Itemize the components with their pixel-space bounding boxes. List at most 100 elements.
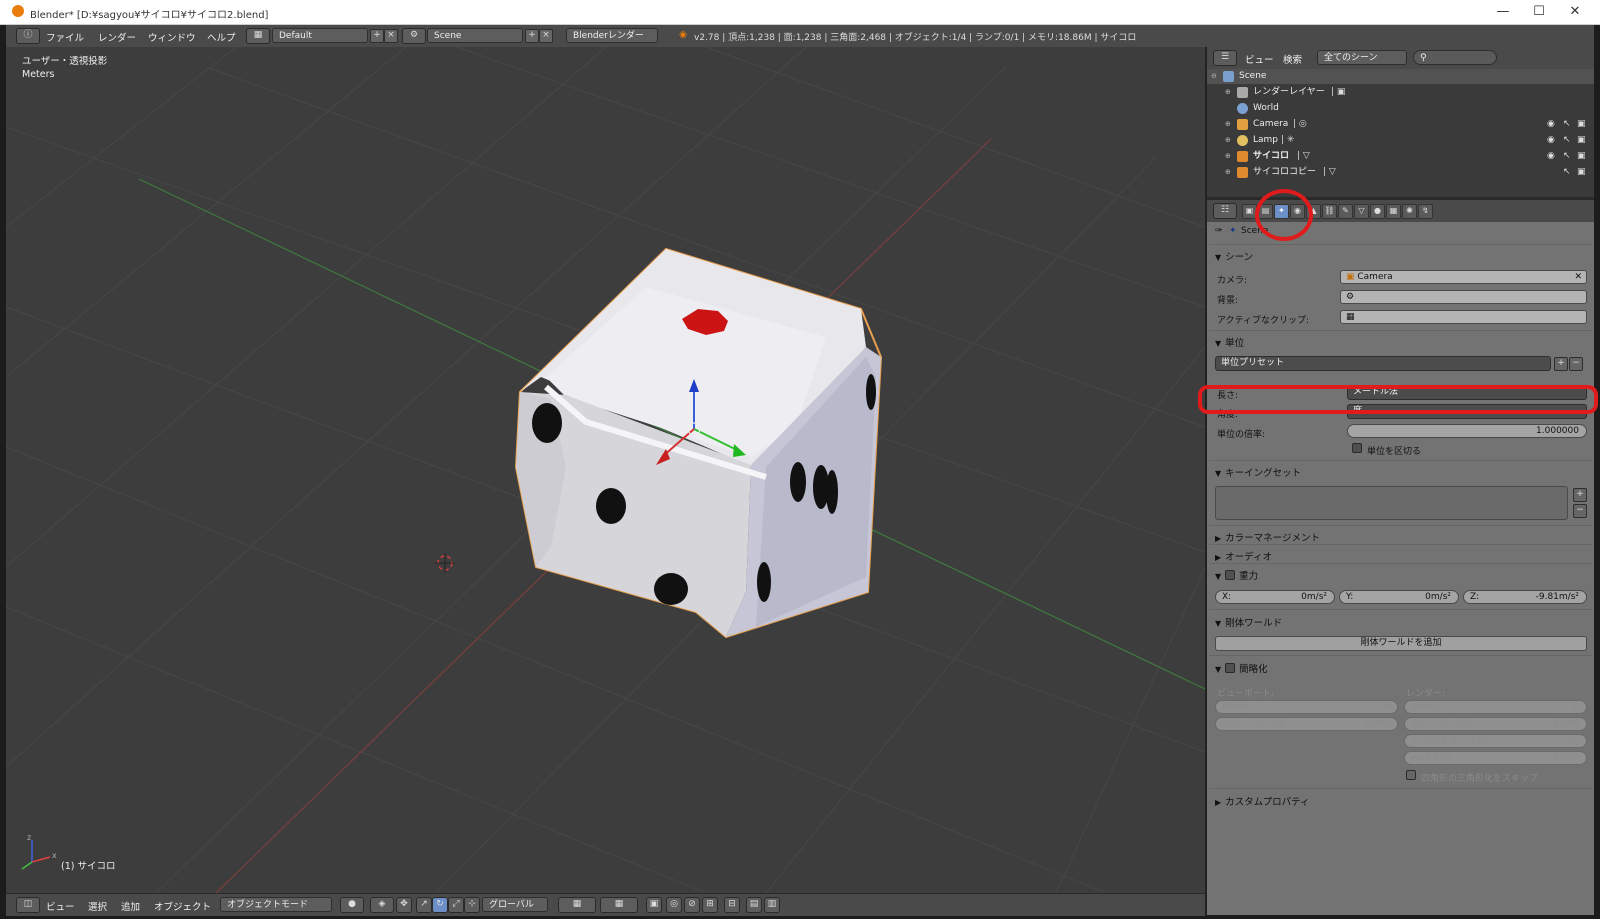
die-object[interactable] bbox=[514, 247, 883, 639]
section-scene[interactable]: ▼ シーン bbox=[1215, 249, 1253, 263]
outliner-item-dice[interactable]: ⊕ サイコロ | ▽ ◉ ↖ ▣ bbox=[1207, 149, 1594, 164]
gravity-z-field[interactable]: Z: -9.81m/s² bbox=[1463, 590, 1587, 604]
proportional-edit-icon[interactable]: ◎ bbox=[666, 897, 682, 913]
menu-help[interactable]: ヘルプ bbox=[207, 30, 236, 44]
viewport-subdivision-field[interactable]: 細分化: 6 bbox=[1215, 700, 1398, 714]
constraints-tab-icon[interactable]: ⛓ bbox=[1322, 204, 1337, 219]
skip-quad-checkbox[interactable] bbox=[1406, 770, 1416, 780]
gravity-checkbox[interactable] bbox=[1225, 570, 1236, 580]
render-child-particles-field[interactable]: 子パーティクル: 1.000 bbox=[1404, 717, 1587, 731]
visibility-eye-icon[interactable]: ◉ bbox=[1547, 133, 1555, 148]
opengl-render-icon[interactable]: ▥ bbox=[764, 897, 780, 913]
outliner-menu-search[interactable]: 検索 bbox=[1283, 52, 1302, 66]
outliner-search-input[interactable]: ⚲ bbox=[1413, 50, 1497, 65]
manipulator-icon[interactable]: ✥ bbox=[396, 897, 412, 913]
scene-camera-field[interactable]: ▣ Camera ✕ bbox=[1340, 270, 1587, 284]
outliner-item-render-layers[interactable]: ⊕ レンダーレイヤー | ▣ bbox=[1207, 85, 1594, 100]
properties-editor-icon[interactable]: ☷ bbox=[1213, 203, 1237, 219]
snap-icon[interactable]: ⊘ bbox=[684, 897, 700, 913]
menu-file[interactable]: ファイル bbox=[46, 30, 84, 44]
render-camera-icon[interactable]: ▣ bbox=[1577, 165, 1586, 180]
particles-tab-icon[interactable]: ✺ bbox=[1402, 204, 1417, 219]
lock-layers-icon[interactable]: ▣ bbox=[646, 897, 662, 913]
keying-set-add-button[interactable]: + bbox=[1573, 488, 1587, 502]
section-color-management[interactable]: ▶ カラーマネージメント bbox=[1215, 530, 1320, 544]
outliner-display-filter[interactable]: 全てのシーン bbox=[1317, 50, 1407, 65]
texture-tab-icon[interactable]: ▦ bbox=[1386, 204, 1401, 219]
layout-select[interactable]: Default bbox=[272, 28, 368, 43]
scene-add-button[interactable]: + bbox=[525, 29, 539, 43]
section-keying-sets[interactable]: ▼ キーイングセット bbox=[1215, 465, 1301, 479]
render-subdivision-field[interactable]: 細分化: 6 bbox=[1404, 700, 1587, 714]
select-arrow-icon[interactable]: ↖ bbox=[1563, 133, 1571, 148]
keying-sets-list[interactable] bbox=[1215, 486, 1568, 520]
render-camera-icon[interactable]: ▣ bbox=[1577, 117, 1586, 132]
pivot-icon[interactable]: ◈ bbox=[370, 897, 394, 913]
3d-cursor-icon[interactable] bbox=[435, 553, 455, 573]
layer-buttons-a[interactable]: ▦ bbox=[558, 897, 596, 913]
modifiers-tab-icon[interactable]: ✎ bbox=[1338, 204, 1353, 219]
background-set-field[interactable]: ⚙ bbox=[1340, 290, 1587, 304]
unit-preset-add-button[interactable]: + bbox=[1554, 357, 1568, 371]
section-gravity[interactable]: ▼ 重力 bbox=[1215, 568, 1258, 582]
render-camera-icon[interactable]: ▣ bbox=[1577, 133, 1586, 148]
section-rigid-body-world[interactable]: ▼ 剛体ワールド bbox=[1215, 615, 1282, 629]
unit-preset-select[interactable]: 単位プリセット bbox=[1215, 356, 1551, 371]
unit-scale-field[interactable]: 1.000000 bbox=[1347, 424, 1587, 438]
render-engine-select[interactable]: Blenderレンダー bbox=[566, 28, 658, 43]
outliner-item-scene[interactable]: ⊖ Scene bbox=[1207, 69, 1594, 84]
section-audio[interactable]: ▶ オーディオ bbox=[1215, 549, 1272, 563]
orientation-select[interactable]: グローバル bbox=[482, 897, 548, 912]
layout-remove-button[interactable]: × bbox=[384, 29, 398, 43]
snap-target-icon[interactable]: ⊞ bbox=[702, 897, 718, 913]
scene-remove-button[interactable]: × bbox=[539, 29, 553, 43]
physics-tab-icon[interactable]: ↯ bbox=[1418, 204, 1433, 219]
visibility-eye-icon[interactable]: ◉ bbox=[1547, 117, 1555, 132]
outliner-item-dice-copy[interactable]: ⊕ サイコロコピー | ▽ ↖ ▣ bbox=[1207, 165, 1594, 180]
material-tab-icon[interactable]: ● bbox=[1370, 204, 1385, 219]
menu-object[interactable]: オブジェクト bbox=[154, 899, 211, 913]
editor-type-icon[interactable]: ⓘ bbox=[16, 28, 40, 44]
data-tab-icon[interactable]: ▽ bbox=[1354, 204, 1369, 219]
viewport-scene[interactable] bbox=[6, 47, 1205, 893]
layout-add-button[interactable]: + bbox=[370, 29, 384, 43]
render-ao-sss-field[interactable]: AOとSSS: 1.000 bbox=[1404, 751, 1587, 765]
shading-icon[interactable]: ● bbox=[340, 897, 364, 913]
section-units[interactable]: ▼ 単位 bbox=[1215, 335, 1244, 349]
outliner-editor-icon[interactable]: ☰ bbox=[1213, 50, 1237, 66]
close-button[interactable]: ✕ bbox=[1560, 2, 1590, 22]
maximize-button[interactable]: ☐ bbox=[1524, 2, 1554, 22]
translate-icon[interactable]: ↗ bbox=[416, 897, 432, 913]
snap-element-icon[interactable]: ⊟ bbox=[724, 897, 740, 913]
add-rigid-body-world-button[interactable]: 剛体ワールドを追加 bbox=[1215, 636, 1587, 651]
render-preview-icon[interactable]: ▤ bbox=[746, 897, 762, 913]
keying-set-remove-button[interactable]: − bbox=[1573, 504, 1587, 518]
scale-icon[interactable]: ⤢ bbox=[448, 897, 464, 913]
mode-select[interactable]: オブジェクトモード bbox=[220, 897, 332, 912]
menu-select[interactable]: 選択 bbox=[88, 899, 107, 913]
menu-add[interactable]: 追加 bbox=[121, 899, 140, 913]
minimize-button[interactable]: — bbox=[1488, 2, 1518, 22]
rotate-icon[interactable]: ↻ bbox=[432, 897, 448, 913]
outliner-item-camera[interactable]: ⊕ Camera | ◎ ◉ ↖ ▣ bbox=[1207, 117, 1594, 132]
section-simplify[interactable]: ▼ 簡略化 bbox=[1215, 661, 1268, 675]
pin-icon[interactable]: ✑ bbox=[1215, 226, 1223, 236]
transform-pivot-icon[interactable]: ⊹ bbox=[464, 897, 480, 913]
scene-select[interactable]: Scene bbox=[427, 28, 523, 43]
select-arrow-icon[interactable]: ↖ bbox=[1563, 117, 1571, 132]
separate-units-checkbox[interactable] bbox=[1352, 443, 1362, 453]
menu-render[interactable]: レンダー bbox=[98, 30, 136, 44]
outliner-menu-view[interactable]: ビュー bbox=[1245, 52, 1274, 66]
layer-buttons-b[interactable]: ▦ bbox=[600, 897, 638, 913]
outliner-item-world[interactable]: World bbox=[1207, 101, 1594, 116]
visibility-eye-icon[interactable]: ◉ bbox=[1547, 149, 1555, 164]
active-clip-field[interactable]: ▦ bbox=[1340, 310, 1587, 324]
gravity-x-field[interactable]: X: 0m/s² bbox=[1215, 590, 1335, 604]
viewport-child-particles-field[interactable]: 子パーティクル: 1.000 bbox=[1215, 717, 1398, 731]
select-arrow-icon[interactable]: ↖ bbox=[1563, 165, 1571, 180]
render-camera-icon[interactable]: ▣ bbox=[1577, 149, 1586, 164]
section-custom-properties[interactable]: ▶ カスタムプロパティ bbox=[1215, 794, 1310, 808]
outliner-item-lamp[interactable]: ⊕ Lamp | ✳ ◉ ↖ ▣ bbox=[1207, 133, 1594, 148]
scene-icon[interactable]: ⚙ bbox=[402, 28, 426, 44]
menu-window[interactable]: ウィンドウ bbox=[148, 30, 196, 44]
